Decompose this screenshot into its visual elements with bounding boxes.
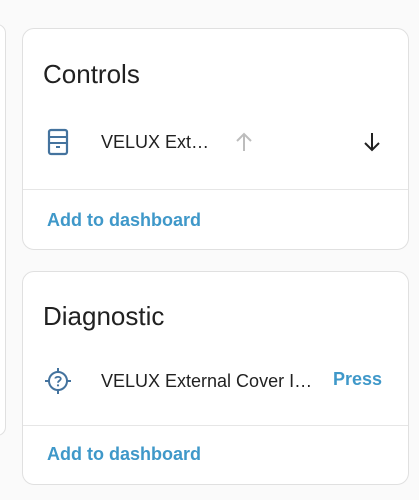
- crosshairs-question-icon: [45, 368, 71, 394]
- controls-card-title: Controls: [43, 59, 140, 89]
- adjacent-card-edge: [0, 24, 6, 436]
- cover-entity-label[interactable]: VELUX External Cover: [101, 132, 211, 153]
- add-to-dashboard-button[interactable]: Add to dashboard: [47, 444, 201, 465]
- arrow-up-icon[interactable]: [230, 128, 258, 156]
- card-divider: [23, 189, 408, 190]
- card-divider: [23, 425, 408, 426]
- diagnostic-card-title: Diagnostic: [43, 301, 165, 331]
- arrow-down-icon[interactable]: [358, 128, 386, 156]
- add-to-dashboard-button[interactable]: Add to dashboard: [47, 210, 201, 231]
- identify-entity-row[interactable]: VELUX External Cover Identify Press: [23, 361, 408, 401]
- identify-entity-label[interactable]: VELUX External Cover Identify: [101, 371, 313, 392]
- diagnostic-card: Diagnostic VELUX External Cover Identify…: [22, 271, 409, 485]
- press-button[interactable]: Press: [333, 369, 382, 390]
- controls-card: Controls VELUX External Cover Add to das…: [22, 28, 409, 250]
- cover-entity-row[interactable]: VELUX External Cover: [23, 122, 408, 162]
- window-shutter-icon: [47, 128, 69, 156]
